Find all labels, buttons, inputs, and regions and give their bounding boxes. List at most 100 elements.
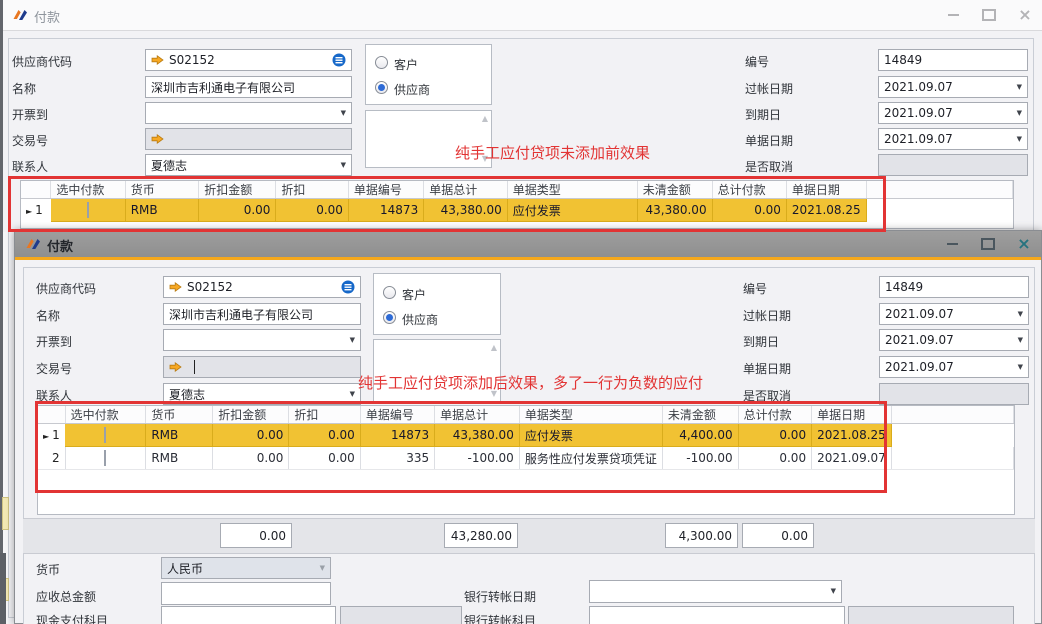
- doc-number-value: 14849: [884, 53, 922, 67]
- field-label: 到期日: [745, 106, 781, 123]
- link-arrow-icon[interactable]: [151, 55, 164, 65]
- field-label: 单据日期: [743, 360, 791, 377]
- choose-from-list-icon[interactable]: [341, 280, 355, 294]
- chevron-down-icon: ▼: [350, 391, 355, 398]
- close-button[interactable]: ×: [1014, 5, 1036, 25]
- party-radio-group: 客户 供应商: [373, 273, 501, 335]
- field-label: 联系人: [36, 387, 72, 404]
- doc-number-field[interactable]: 14849: [878, 49, 1028, 71]
- total-payment: 0.00: [742, 523, 814, 548]
- window-left-border: [0, 553, 6, 624]
- receivable-total-label: 应收总金额: [36, 588, 96, 605]
- supplier-code-value: S02152: [169, 53, 215, 67]
- supplier-radio[interactable]: [383, 311, 396, 324]
- maximize-button[interactable]: [978, 5, 1000, 25]
- chevron-down-icon: ▼: [341, 162, 346, 169]
- link-arrow-icon[interactable]: [151, 134, 164, 144]
- close-button[interactable]: ×: [1013, 234, 1035, 254]
- bill-to-combo[interactable]: ▼: [163, 329, 361, 351]
- chevron-down-icon: ▼: [1018, 364, 1023, 371]
- supplier-code-field[interactable]: S02152: [145, 49, 352, 71]
- bill-to-combo[interactable]: ▼: [145, 102, 352, 124]
- link-arrow-icon[interactable]: [169, 282, 182, 292]
- annotation-before: 纯手工应付贷项未添加前效果: [455, 142, 650, 163]
- field-label: 开票到: [36, 333, 72, 350]
- table-row[interactable]: ►1 RMB 0.00 0.00 14873 43,380.00 应付发票 4,…: [38, 424, 1014, 447]
- active-accent-line: [15, 257, 1041, 260]
- bank-transfer-account-input[interactable]: [589, 606, 845, 624]
- field-label: 是否取消: [745, 158, 793, 175]
- scroll-up-icon[interactable]: ▲: [491, 344, 497, 352]
- front-invoice-table: 选中付款 货币 折扣金额 折扣 单据编号 单据总计 单据类型 未清金额 总计付款…: [37, 405, 1015, 515]
- customer-radio-label: 客户: [402, 286, 426, 303]
- hidden-field-sliver: [2, 497, 9, 530]
- contact-value: 夏德志: [151, 157, 187, 174]
- cancelled-field: [879, 383, 1029, 405]
- pay-checkbox[interactable]: [104, 427, 106, 443]
- customer-radio[interactable]: [375, 56, 388, 69]
- customer-radio[interactable]: [383, 286, 396, 299]
- field-label: 过帐日期: [745, 80, 793, 97]
- due-date-value: 2021.09.07: [885, 333, 954, 347]
- back-invoice-table: 选中付款 货币 折扣金额 折扣 单据编号 单据总计 单据类型 未清金额 总计付款…: [20, 180, 1014, 229]
- posting-date-combo[interactable]: 2021.09.07 ▼: [878, 76, 1028, 98]
- receivable-total-input[interactable]: [161, 582, 331, 605]
- annotation-after: 纯手工应付贷项添加后效果，多了一行为负数的应付: [358, 372, 703, 393]
- bank-transfer-date-combo[interactable]: ▼: [589, 580, 842, 603]
- link-arrow-icon[interactable]: [169, 362, 182, 372]
- cash-account-label: 现金支付科目: [36, 612, 108, 624]
- pay-checkbox[interactable]: [104, 450, 106, 466]
- document-date-combo[interactable]: 2021.09.07 ▼: [879, 356, 1029, 378]
- currency-label: 货币: [36, 561, 60, 578]
- document-date-value: 2021.09.07: [885, 360, 954, 374]
- contact-value: 夏德志: [169, 386, 205, 403]
- chevron-down-icon: ▼: [1017, 136, 1022, 143]
- posting-date-value: 2021.09.07: [885, 307, 954, 321]
- row-marker-icon: ►: [26, 207, 32, 216]
- bank-transfer-date-label: 银行转帐日期: [464, 588, 536, 605]
- scroll-up-icon[interactable]: ▲: [482, 115, 488, 123]
- posting-date-combo[interactable]: 2021.09.07 ▼: [879, 303, 1029, 325]
- maximize-button[interactable]: [977, 234, 999, 254]
- minimize-button[interactable]: [942, 5, 964, 25]
- contact-combo[interactable]: 夏德志 ▼: [145, 154, 352, 176]
- due-date-combo[interactable]: 2021.09.07 ▼: [879, 329, 1029, 351]
- field-label: 联系人: [12, 158, 48, 175]
- address-list-box[interactable]: ▲ ▼: [373, 339, 501, 403]
- table-row[interactable]: ►1 RMB 0.00 0.00 14873 43,380.00 应付发票 43…: [21, 199, 1013, 222]
- chevron-down-icon: ▼: [831, 588, 836, 595]
- total-discount-amount: 0.00: [220, 523, 292, 548]
- document-date-value: 2021.09.07: [884, 132, 953, 146]
- document-date-combo[interactable]: 2021.09.07 ▼: [878, 128, 1028, 150]
- supplier-name-value: 深圳市吉利通电子有限公司: [169, 306, 313, 323]
- posting-date-value: 2021.09.07: [884, 80, 953, 94]
- doc-number-value: 14849: [885, 280, 923, 294]
- choose-from-list-icon[interactable]: [332, 53, 346, 67]
- transaction-no-field[interactable]: [163, 356, 361, 378]
- supplier-code-field[interactable]: S02152: [163, 276, 361, 298]
- pay-checkbox[interactable]: [87, 202, 89, 218]
- app-icon: [12, 7, 29, 23]
- back-titlebar: 付款 ×: [0, 0, 1042, 31]
- bank-transfer-account-label: 银行转帐科目: [464, 612, 536, 624]
- supplier-name-field[interactable]: 深圳市吉利通电子有限公司: [163, 303, 361, 325]
- due-date-combo[interactable]: 2021.09.07 ▼: [878, 102, 1028, 124]
- field-label: 交易号: [36, 360, 72, 377]
- total-doc-total: 43,280.00: [444, 523, 518, 548]
- minimize-button[interactable]: [941, 234, 963, 254]
- supplier-radio[interactable]: [375, 81, 388, 94]
- supplier-name-value: 深圳市吉利通电子有限公司: [151, 79, 295, 96]
- supplier-name-field[interactable]: 深圳市吉利通电子有限公司: [145, 76, 352, 98]
- party-radio-group: 客户 供应商: [365, 44, 492, 105]
- table-header-row: 选中付款 货币 折扣金额 折扣 单据编号 单据总计 单据类型 未清金额 总计付款…: [38, 406, 1014, 424]
- supplier-radio-label: 供应商: [394, 81, 430, 98]
- contact-combo[interactable]: 夏德志 ▼: [163, 383, 361, 405]
- front-window-title: 付款: [47, 236, 73, 255]
- cash-account-input[interactable]: [161, 606, 336, 624]
- doc-number-field[interactable]: 14849: [879, 276, 1029, 298]
- chevron-down-icon: ▼: [1017, 110, 1022, 117]
- field-label: 交易号: [12, 132, 48, 149]
- app-icon: [25, 236, 42, 252]
- table-row[interactable]: 2 RMB 0.00 0.00 335 -100.00 服务性应付发票贷项凭证 …: [38, 447, 1014, 470]
- text-cursor: [194, 360, 195, 374]
